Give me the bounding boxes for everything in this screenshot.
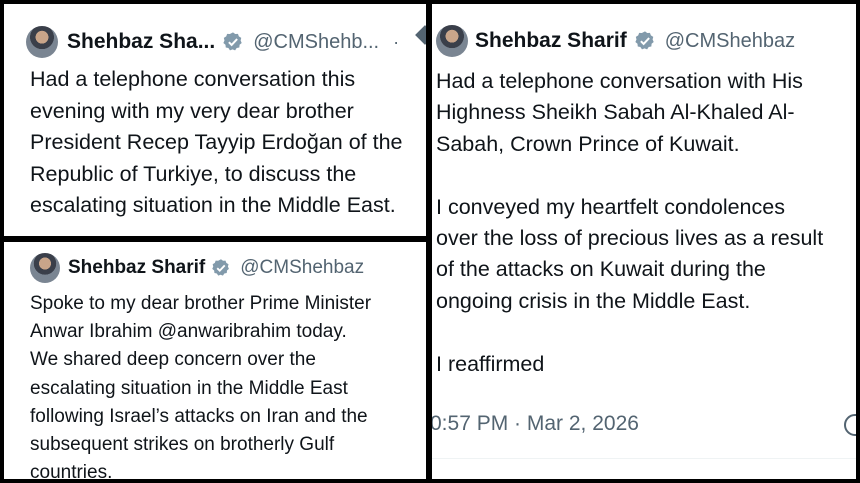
info-icon[interactable] [844,414,856,436]
verified-badge-icon [223,32,242,51]
tweet-header: Shehbaz Sharif @CMShehbaz [436,24,795,58]
author-handle[interactable]: @CMShehb... [253,31,379,54]
divider [432,458,856,459]
tweet-card-anwar[interactable]: Shehbaz Sharif @CMShehbaz Spoke to my de… [4,242,426,479]
tweet-header: Shehbaz Sharif @CMShehbaz [30,252,364,284]
grok-icon[interactable] [415,25,426,45]
verified-badge-icon [212,259,230,276]
author-name[interactable]: Shehbaz Sharif [475,29,627,53]
tweet-text: Had a telephone conversation this evenin… [30,67,403,217]
profile-avatar[interactable] [26,26,58,58]
profile-avatar[interactable] [436,25,468,57]
author-handle[interactable]: @CMShehbaz [665,30,795,53]
more-options-icon[interactable]: · [393,32,399,53]
verified-badge-icon [635,31,654,50]
tweet-text: Spoke to my dear brother Prime Minister … [30,293,372,479]
author-handle[interactable]: @CMShehbaz [240,257,364,279]
author-name[interactable]: Shehbaz Sharif [68,257,205,279]
tweet-text: Had a telephone conversation with His Hi… [436,69,824,376]
tweet-timestamp[interactable]: 0:57 PM · Mar 2, 2026 [432,412,639,436]
profile-avatar[interactable] [30,253,60,283]
tweet-header: Shehbaz Sha... @CMShehb... · [26,24,399,60]
tweet-card-erdogan[interactable]: Shehbaz Sha... @CMShehb... · Had a telep… [4,4,426,236]
tweet-card-kuwait[interactable]: Shehbaz Sharif @CMShehbaz Had a telephon… [432,4,856,479]
author-name[interactable]: Shehbaz Sha... [67,30,215,54]
